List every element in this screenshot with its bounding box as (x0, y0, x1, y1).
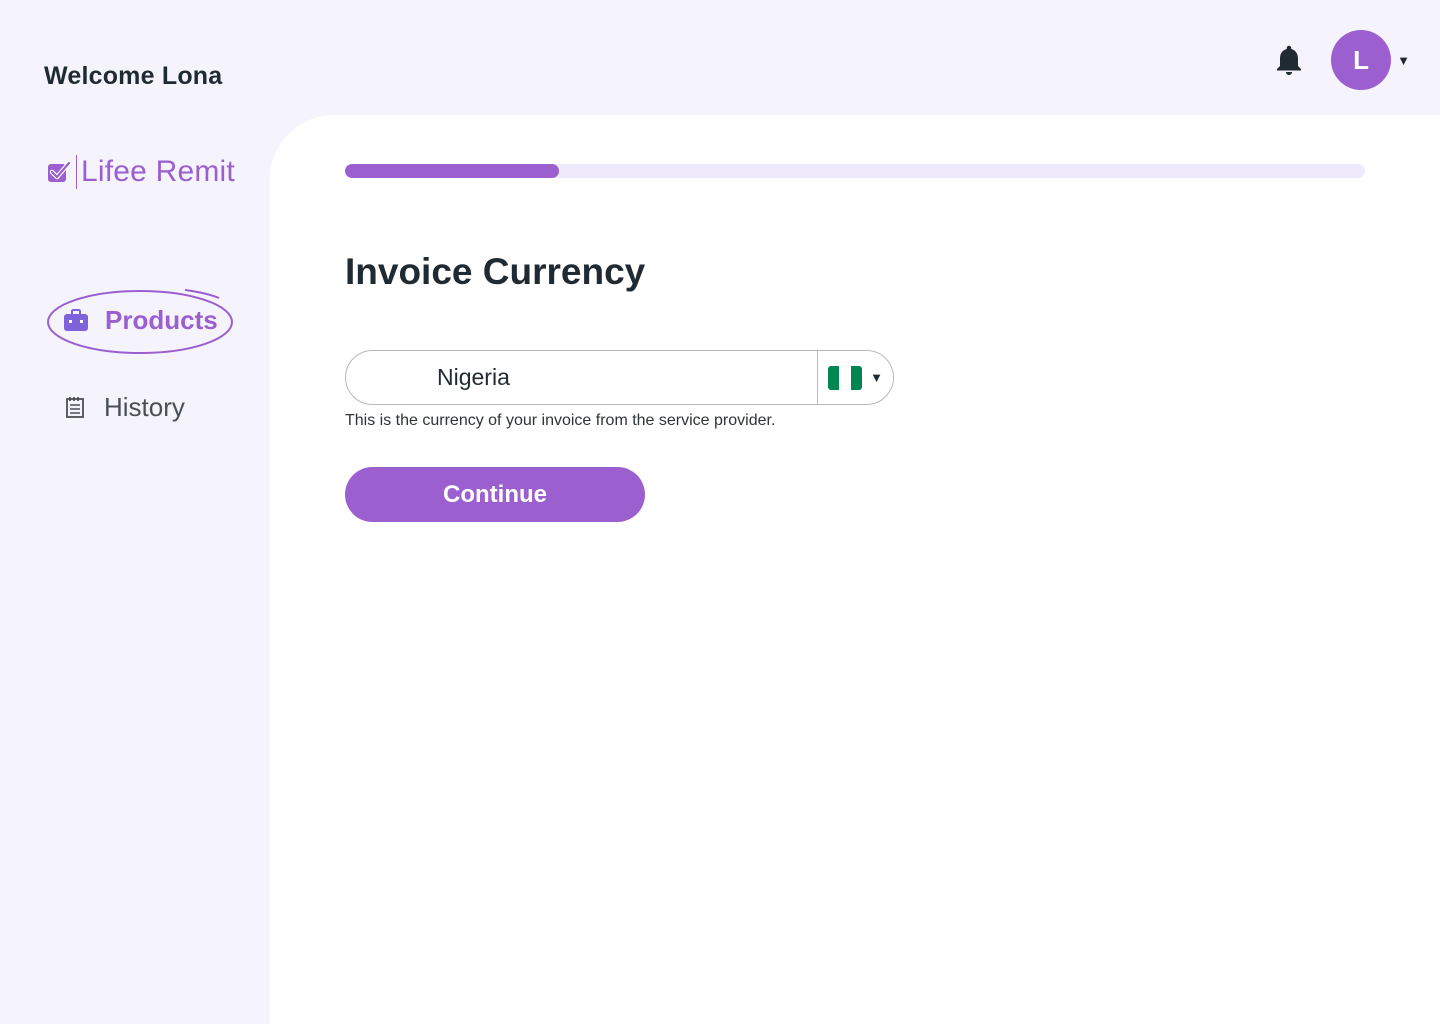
country-flag-dropdown[interactable]: ▼ (817, 351, 893, 404)
page-title: Invoice Currency (345, 251, 646, 292)
brand-name: Lifee Remit (81, 155, 235, 188)
avatar-initial: L (1353, 44, 1370, 75)
sidebar-item-label: History (104, 391, 185, 422)
sidebar-item-history[interactable]: History (64, 389, 185, 425)
document-list-icon (66, 397, 84, 418)
progress-bar (345, 164, 1365, 178)
briefcase-icon (64, 309, 88, 331)
header-actions: L ▼ (1271, 30, 1410, 90)
currency-select-value: Nigeria (437, 364, 510, 390)
sidebar: Lifee Remit Products History (0, 115, 270, 1024)
checkbox-check-icon (48, 160, 72, 182)
brand-logo[interactable]: Lifee Remit (46, 155, 235, 189)
nigeria-flag-icon (828, 365, 863, 390)
main-panel: Invoice Currency Nigeria ▼ This is the c… (270, 115, 1440, 1024)
chevron-down-icon: ▼ (870, 370, 883, 385)
sidebar-item-label: Products (105, 305, 218, 335)
progress-bar-fill (345, 164, 560, 178)
logo-divider (76, 155, 77, 189)
welcome-heading: Welcome Lona (44, 62, 223, 90)
user-avatar[interactable]: L (1331, 30, 1392, 90)
currency-select[interactable]: Nigeria ▼ (345, 350, 894, 405)
continue-button[interactable]: Continue (345, 467, 645, 522)
helper-text: This is the currency of your invoice fro… (345, 412, 776, 429)
bell-icon[interactable] (1271, 42, 1307, 78)
sidebar-item-products[interactable]: Products (47, 287, 233, 354)
user-menu-caret-icon[interactable]: ▼ (1397, 53, 1410, 68)
